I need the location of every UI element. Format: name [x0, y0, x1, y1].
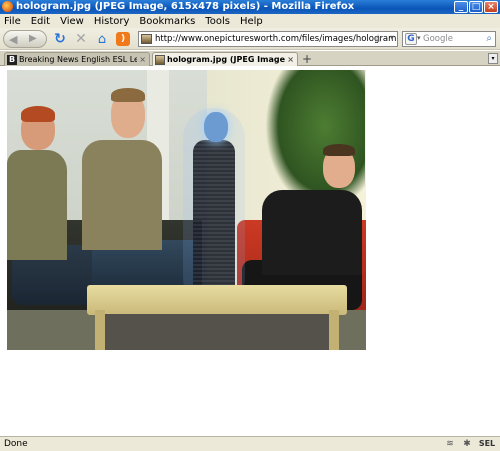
photo-person2-body — [82, 140, 162, 250]
menu-bookmarks[interactable]: Bookmarks — [139, 16, 195, 27]
photo-table-top — [87, 285, 347, 315]
status-text: Done — [4, 439, 28, 449]
tab-label: hologram.jpg (JPEG Image, 615x... — [167, 55, 285, 64]
search-engine-dropdown-icon[interactable]: ▾ — [417, 34, 421, 42]
home-icon[interactable]: ⌂ — [94, 30, 110, 48]
tab-bar: B Breaking News English ESL Lesson Plan … — [0, 51, 500, 66]
title-bar: hologram.jpg (JPEG Image, 615x478 pixels… — [0, 0, 500, 14]
menu-help[interactable]: Help — [240, 16, 263, 27]
tab-label: Breaking News English ESL Lesson Plan ..… — [19, 55, 137, 64]
hologram-image[interactable] — [7, 70, 366, 350]
window-controls: _ □ × — [454, 1, 498, 13]
back-icon[interactable]: ◀ — [9, 33, 17, 46]
search-icon[interactable]: ⌕ — [486, 33, 492, 44]
window-title: hologram.jpg (JPEG Image, 615x478 pixels… — [16, 1, 355, 12]
close-button[interactable]: × — [484, 1, 498, 13]
search-input[interactable]: Google — [423, 34, 453, 44]
menu-history[interactable]: History — [94, 16, 130, 27]
sel-status-icon[interactable]: SEL — [478, 438, 496, 450]
navigation-toolbar: ◀ ▶ ↻ ✕ ⌂ ) http://www.onepicturesworth.… — [0, 28, 500, 50]
menu-bar: File Edit View History Bookmarks Tools H… — [0, 14, 500, 28]
forward-icon[interactable]: ▶ — [29, 33, 37, 44]
search-box[interactable]: G ▾ Google ⌕ — [402, 31, 496, 47]
menu-file[interactable]: File — [4, 16, 21, 27]
firefox-icon — [2, 1, 13, 12]
menu-tools[interactable]: Tools — [205, 16, 230, 27]
tab-close-icon[interactable]: × — [287, 53, 294, 66]
photo-table-leg — [329, 310, 339, 350]
photo-person2-hair — [111, 88, 145, 102]
url-dropdown-icon[interactable]: ▾ — [390, 33, 394, 42]
photo-table-shadow — [105, 314, 329, 350]
new-tab-icon[interactable]: + — [302, 52, 312, 66]
photo-hologram-head — [204, 112, 228, 142]
status-icons: ≋ ✱ SEL — [444, 438, 496, 450]
photo-person1-body — [7, 150, 67, 260]
photo-person1-hair — [21, 106, 55, 122]
photo-plant — [265, 70, 365, 210]
rss-icon[interactable]: ) — [116, 32, 130, 46]
list-all-tabs-icon[interactable]: ▾ — [488, 53, 498, 64]
photo-person3-hair — [323, 144, 355, 156]
reload-icon[interactable]: ↻ — [52, 30, 68, 48]
photo-hologram-figure — [193, 140, 235, 300]
minimize-button[interactable]: _ — [454, 1, 468, 13]
photo-person3-body — [262, 190, 362, 275]
back-forward-group: ◀ ▶ — [3, 30, 47, 48]
photo-table-leg — [95, 310, 105, 350]
tab-favicon-icon: B — [7, 55, 17, 65]
bookmark-star-icon[interactable]: ☆ — [373, 32, 383, 45]
search-engine-icon[interactable]: G — [405, 33, 417, 45]
tab-favicon-icon — [155, 55, 165, 65]
menu-edit[interactable]: Edit — [31, 16, 50, 27]
status-bar: Done ≋ ✱ SEL — [0, 436, 500, 451]
site-favicon-icon — [141, 34, 152, 44]
maximize-button[interactable]: □ — [469, 1, 483, 13]
tab-breaking-news[interactable]: B Breaking News English ESL Lesson Plan … — [4, 52, 150, 66]
stop-icon[interactable]: ✕ — [73, 30, 89, 48]
tab-hologram[interactable]: hologram.jpg (JPEG Image, 615x... × — [152, 52, 298, 66]
rss-status-icon[interactable]: ≋ — [444, 438, 456, 450]
addon-status-icon[interactable]: ✱ — [461, 438, 473, 450]
menu-view[interactable]: View — [60, 16, 84, 27]
url-bar[interactable]: http://www.onepicturesworth.com/files/im… — [138, 31, 398, 47]
tab-close-icon[interactable]: × — [139, 53, 146, 66]
url-text[interactable]: http://www.onepicturesworth.com/files/im… — [155, 34, 397, 44]
page-content — [0, 67, 500, 435]
